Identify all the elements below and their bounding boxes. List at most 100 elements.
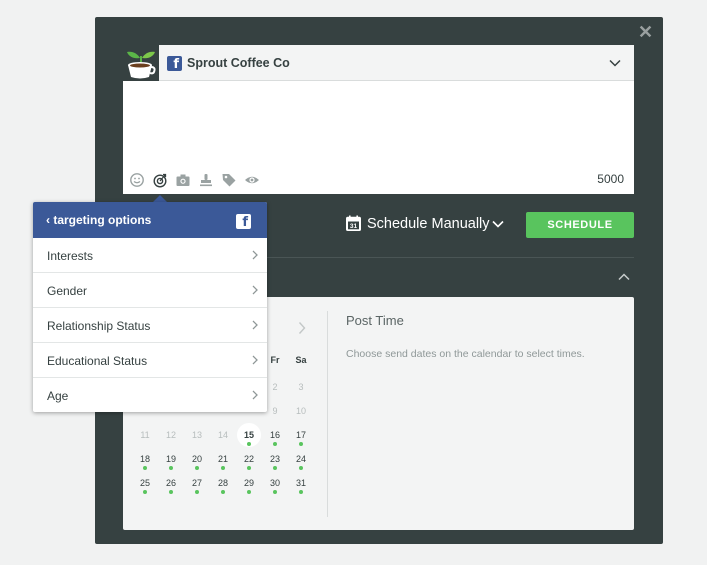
calendar-day-number: 19 <box>165 454 176 464</box>
chevron-down-icon[interactable] <box>492 219 504 229</box>
targeting-item-label: Relationship Status <box>47 319 151 333</box>
availability-dot <box>143 466 147 470</box>
calendar-day-number: 15 <box>243 430 254 440</box>
calendar-day-number: 11 <box>140 430 150 440</box>
calendar-day-number: 2 <box>272 382 278 392</box>
availability-dot <box>169 466 173 470</box>
calendar-day-number: 31 <box>295 478 306 488</box>
targeting-item[interactable]: Age <box>33 378 267 413</box>
post-time-title: Post Time <box>346 313 404 328</box>
calendar-day[interactable]: 24 <box>289 447 313 471</box>
targeting-list: Interests Gender Relationship Status Educat… <box>33 238 267 413</box>
schedule-mode-dropdown[interactable]: Schedule Manually <box>367 216 490 232</box>
targeting-back-link[interactable]: ‹ targeting options <box>46 213 151 227</box>
availability-dot <box>299 466 303 470</box>
availability-dot <box>273 466 277 470</box>
close-icon[interactable]: ✕ <box>638 23 653 41</box>
targeting-item-label: Interests <box>47 249 94 263</box>
svg-text:31: 31 <box>350 223 358 230</box>
calendar-day-number: 23 <box>269 454 280 464</box>
schedule-button[interactable]: SCHEDULE <box>526 212 634 238</box>
post-time-hint: Choose send dates on the calendar to sel… <box>346 348 585 360</box>
calendar-day-number: 29 <box>243 478 254 488</box>
calendar-day-number: 14 <box>217 430 228 440</box>
availability-dot <box>221 466 225 470</box>
calendar-day[interactable]: 26 <box>159 471 183 495</box>
calendar-day-past: 14 <box>211 423 235 447</box>
calendar-day[interactable]: 31 <box>289 471 313 495</box>
availability-dot <box>299 490 303 494</box>
availability-dot <box>247 466 251 470</box>
profile-name: Sprout Coffee Co <box>187 56 290 70</box>
chevron-right-icon <box>252 390 258 400</box>
chevron-right-icon <box>252 285 258 295</box>
facebook-icon: f <box>236 214 251 229</box>
calendar-day-past: 12 <box>159 423 183 447</box>
chevron-right-icon <box>252 250 258 260</box>
calendar-day-number: 28 <box>217 478 228 488</box>
panel-divider <box>327 311 328 517</box>
chevron-up-icon[interactable] <box>618 272 630 282</box>
availability-dot <box>273 490 277 494</box>
calendar-day[interactable]: 27 <box>185 471 209 495</box>
calendar-day-number: 22 <box>243 454 254 464</box>
targeting-header: ‹ targeting options f <box>33 202 267 238</box>
targeting-item-label: Gender <box>47 284 88 298</box>
calendar-day[interactable]: 17 <box>289 423 313 447</box>
targeting-item-label: Age <box>47 389 69 403</box>
calendar-day[interactable]: 20 <box>185 447 209 471</box>
tag-icon[interactable] <box>221 172 237 188</box>
emoji-icon[interactable] <box>129 172 145 188</box>
calendar-day-past: 3 <box>289 375 313 399</box>
avatar <box>123 45 159 81</box>
stamp-icon[interactable] <box>198 172 214 188</box>
calendar-day-past: 10 <box>289 399 313 423</box>
calendar-day-number: 10 <box>295 406 306 416</box>
composer-toolbar <box>129 172 260 188</box>
target-icon[interactable] <box>152 172 168 188</box>
calendar-day[interactable]: 22 <box>237 447 261 471</box>
calendar-day-past: 13 <box>185 423 209 447</box>
character-count: 5000 <box>597 172 624 186</box>
calendar-day-number: 21 <box>217 454 228 464</box>
availability-dot <box>247 490 251 494</box>
calendar-day[interactable]: 16 <box>263 423 287 447</box>
calendar-day[interactable]: 29 <box>237 471 261 495</box>
calendar-day-number: 9 <box>272 406 278 416</box>
calendar-day-number: 3 <box>298 382 304 392</box>
availability-dot <box>195 490 199 494</box>
calendar-day[interactable]: 30 <box>263 471 287 495</box>
calendar-day-number: 20 <box>191 454 202 464</box>
weekday-header: Sa <box>295 355 307 365</box>
targeting-item[interactable]: Interests <box>33 238 267 273</box>
calendar-day-number: 13 <box>191 430 202 440</box>
targeting-item[interactable]: Relationship Status <box>33 308 267 343</box>
calendar-day[interactable]: 23 <box>263 447 287 471</box>
camera-icon[interactable] <box>175 172 191 188</box>
calendar-day-number: 30 <box>269 478 280 488</box>
preview-eye-icon[interactable] <box>244 172 260 188</box>
availability-dot <box>143 490 147 494</box>
targeting-item[interactable]: Educational Status <box>33 343 267 378</box>
calendar-day[interactable]: 28 <box>211 471 235 495</box>
availability-dot <box>299 442 303 446</box>
calendar-day-number: 17 <box>295 430 306 440</box>
targeting-options-popover: ‹ targeting options f Interests Gender Rel… <box>33 202 267 412</box>
availability-dot <box>169 490 173 494</box>
calendar-day-number: 24 <box>295 454 306 464</box>
calendar-icon: 31 <box>346 215 361 231</box>
calendar-day[interactable]: 25 <box>133 471 157 495</box>
calendar-day-past: 11 <box>133 423 157 447</box>
chevron-down-icon[interactable] <box>609 57 621 69</box>
profile-selector[interactable]: f Sprout Coffee Co <box>123 45 634 81</box>
calendar-day-today[interactable]: 15 <box>237 423 261 447</box>
targeting-item[interactable]: Gender <box>33 273 267 308</box>
targeting-item-label: Educational Status <box>47 354 148 368</box>
availability-dot <box>195 466 199 470</box>
next-month-arrow[interactable] <box>297 321 307 335</box>
calendar-day[interactable]: 19 <box>159 447 183 471</box>
calendar-day[interactable]: 21 <box>211 447 235 471</box>
calendar-day[interactable]: 18 <box>133 447 157 471</box>
calendar-day-number: 25 <box>139 478 150 488</box>
availability-dot <box>247 442 251 446</box>
